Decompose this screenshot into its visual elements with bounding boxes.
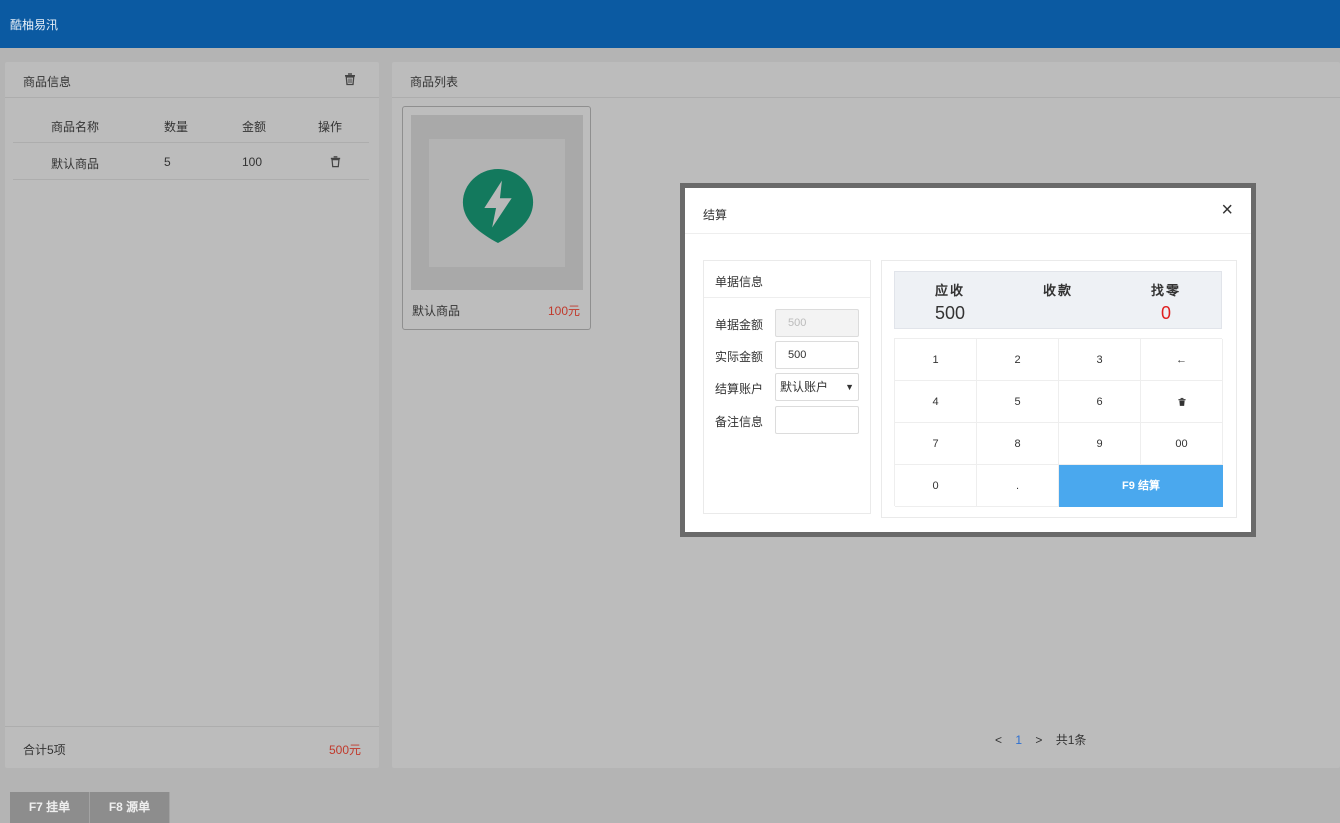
pager-prev-button[interactable]: <: [995, 733, 1002, 747]
product-image: [411, 115, 583, 290]
trash-icon[interactable]: [343, 72, 357, 86]
product-card[interactable]: 默认商品 100元: [402, 106, 591, 330]
due-label: 应收: [935, 283, 966, 298]
cart-header-row: 商品名称 数量 金额 操作: [13, 106, 369, 143]
checkout-dialog: 结算 × 单据信息 单据金额 500 实际金额 500 结算账户 默认账户 ▼ …: [680, 183, 1256, 537]
key-6[interactable]: 6: [1059, 381, 1141, 423]
remark-label: 备注信息: [715, 415, 764, 429]
key-0[interactable]: 0: [895, 465, 977, 507]
hold-order-button[interactable]: F7 挂单: [10, 792, 90, 823]
actual-amount-field[interactable]: 500: [775, 341, 859, 369]
pager-next-button[interactable]: >: [1035, 733, 1042, 747]
cart-title: 商品信息: [23, 75, 72, 89]
due-value: 500: [935, 303, 966, 323]
dialog-title: 结算: [703, 208, 728, 222]
key-9[interactable]: 9: [1059, 423, 1141, 465]
pagination: < 1 > 共1条: [995, 731, 1086, 748]
payment-card: 应收 500 收款 找零 0 1 2 3 ← 4 5 6 7 8 9 00 0 …: [881, 260, 1237, 518]
actual-amount-row: 实际金额 500: [715, 341, 865, 369]
pager-total: 共1条: [1055, 733, 1087, 747]
account-value: 默认账户: [780, 380, 829, 394]
clear-trash-icon[interactable]: [1141, 381, 1223, 423]
account-row: 结算账户 默认账户 ▼: [715, 373, 865, 401]
pager-current-page[interactable]: 1: [1015, 733, 1022, 747]
remark-row: 备注信息: [715, 406, 865, 434]
change-value: 0: [1161, 303, 1172, 323]
row-name: 默认商品: [51, 157, 100, 171]
col-header-op: 操作: [318, 120, 343, 134]
cart-table: 商品名称 数量 金额 操作 默认商品 5 100: [13, 106, 369, 180]
key-2[interactable]: 2: [977, 339, 1059, 381]
dialog-header: 结算 ×: [685, 188, 1251, 234]
trash-icon[interactable]: [329, 155, 342, 168]
key-00[interactable]: 00: [1141, 423, 1223, 465]
remark-field[interactable]: [775, 406, 859, 434]
col-header-name: 商品名称: [51, 120, 100, 134]
lightning-logo-icon: [462, 168, 534, 244]
backspace-icon[interactable]: ←: [1141, 339, 1223, 381]
row-qty[interactable]: 5: [164, 155, 171, 169]
keypad: 1 2 3 ← 4 5 6 7 8 9 00 0 . F9 结算: [894, 338, 1223, 507]
doc-amount-label: 单据金额: [715, 318, 764, 332]
key-1[interactable]: 1: [895, 339, 977, 381]
row-amount: 100: [242, 155, 263, 169]
document-info-title: 单据信息: [715, 275, 764, 289]
app-header: 酷柚易汛: [0, 0, 1340, 48]
chevron-down-icon: ▼: [845, 382, 854, 392]
payment-summary: 应收 500 收款 找零 0: [894, 271, 1222, 329]
source-order-button[interactable]: F8 源单: [90, 792, 170, 823]
product-name: 默认商品: [412, 304, 461, 318]
doc-amount-field: 500: [775, 309, 859, 337]
trash-icon: [1177, 398, 1186, 407]
doc-amount-row: 单据金额 500: [715, 309, 865, 337]
col-header-qty: 数量: [164, 120, 189, 134]
cart-panel-header: 商品信息: [5, 62, 379, 98]
bottom-toolbar: F7 挂单 F8 源单: [10, 792, 170, 823]
account-select[interactable]: 默认账户 ▼: [775, 373, 859, 401]
change-block: 找零 0: [1151, 280, 1181, 324]
close-icon[interactable]: ×: [1221, 200, 1233, 220]
key-3[interactable]: 3: [1059, 339, 1141, 381]
col-header-amount: 金额: [242, 120, 267, 134]
app-title: 酷柚易汛: [10, 18, 59, 32]
table-row[interactable]: 默认商品 5 100: [13, 143, 369, 180]
product-price: 100元: [547, 304, 580, 318]
document-info-card: 单据信息 单据金额 500 实际金额 500 结算账户 默认账户 ▼ 备注信息: [703, 260, 871, 514]
received-input[interactable]: [1003, 294, 1113, 322]
key-4[interactable]: 4: [895, 381, 977, 423]
due-block: 应收 500: [935, 280, 965, 324]
total-count: 合计5项: [23, 743, 66, 757]
account-label: 结算账户: [715, 382, 764, 396]
checkout-button[interactable]: F9 结算: [1059, 465, 1223, 507]
change-label: 找零: [1151, 283, 1182, 298]
key-8[interactable]: 8: [977, 423, 1059, 465]
key-5[interactable]: 5: [977, 381, 1059, 423]
cart-footer: 合计5项 500元: [5, 726, 379, 768]
key-7[interactable]: 7: [895, 423, 977, 465]
key-dot[interactable]: .: [977, 465, 1059, 507]
product-panel-header: 商品列表: [392, 62, 1340, 98]
product-list-title: 商品列表: [410, 75, 459, 89]
cart-panel: 商品信息 商品名称 数量 金额 操作 默认商品 5 100 合计5项 500元: [5, 62, 379, 768]
total-amount: 500元: [328, 743, 361, 757]
actual-amount-label: 实际金额: [715, 350, 764, 364]
